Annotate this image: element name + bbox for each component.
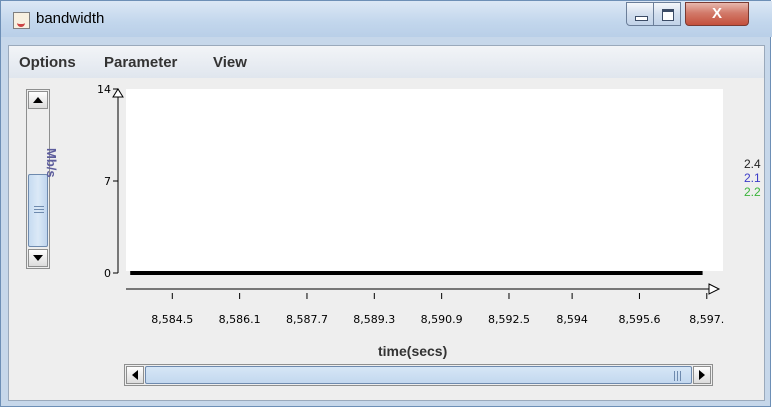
- bandwidth-chart: 14 7 0 8,584.5 8,586.1 8,587.7 8,589.3 8,590.9 8…: [97, 83, 724, 326]
- x-tick-label: 8,586.1: [219, 313, 261, 326]
- java-cup-icon: [13, 12, 30, 29]
- app-window: bandwidth X Options Parameter View Mb/s …: [0, 0, 772, 407]
- minimize-icon: [635, 16, 648, 21]
- y-axis-arrow: [112, 88, 124, 98]
- x-tick-label: 8,589.3: [353, 313, 395, 326]
- x-tick-label: 8,584.5: [151, 313, 193, 326]
- legend-item-2-2: 2.2: [744, 185, 761, 199]
- x-tick-label: 8,595.6: [618, 313, 660, 326]
- title-bar[interactable]: bandwidth X: [1, 1, 772, 37]
- scroll-left-button[interactable]: [126, 366, 144, 384]
- scroll-right-button[interactable]: [693, 366, 711, 384]
- grip-line: [680, 371, 681, 381]
- maximize-button[interactable]: [653, 2, 681, 26]
- legend-item-2-4: 2.4: [744, 157, 761, 171]
- x-tick-label: 8,590.9: [421, 313, 463, 326]
- maximize-icon: [662, 9, 674, 21]
- x-axis-arrow: [708, 283, 721, 295]
- menu-view[interactable]: View: [213, 54, 247, 71]
- menu-options[interactable]: Options: [19, 54, 76, 71]
- menu-parameter[interactable]: Parameter: [104, 54, 177, 71]
- y-tick-label: 14: [97, 83, 111, 96]
- arrow-right-icon: [699, 370, 705, 380]
- scrollbar-thumb-horizontal[interactable]: [145, 366, 692, 384]
- x-axis-label: time(secs): [378, 343, 448, 359]
- plot-area: Mb/s 14 7 0 8,584.5 8,586.1 8,587.7 8,589.3 8,5…: [9, 78, 764, 400]
- window-title: bandwidth: [36, 10, 105, 27]
- minimize-button[interactable]: [626, 2, 654, 26]
- x-scrollbar[interactable]: [124, 364, 713, 386]
- x-tick-label: 8,594: [556, 313, 588, 326]
- grip-line: [677, 371, 678, 381]
- client-area: Options Parameter View Mb/s 14 7 0 8,584…: [8, 45, 765, 401]
- x-tick-label: 8,597.: [689, 313, 724, 326]
- grip-line: [674, 371, 675, 381]
- menu-bar: Options Parameter View: [9, 46, 764, 78]
- close-icon: X: [711, 5, 722, 22]
- plot-background: [126, 89, 723, 271]
- legend-item-2-1: 2.1: [744, 171, 761, 185]
- x-tick-label: 8,587.7: [286, 313, 328, 326]
- x-tick-label: 8,592.5: [488, 313, 530, 326]
- close-button[interactable]: X: [685, 2, 749, 26]
- arrow-left-icon: [132, 370, 138, 380]
- y-tick-label: 0: [104, 267, 111, 280]
- y-tick-label: 7: [104, 175, 111, 188]
